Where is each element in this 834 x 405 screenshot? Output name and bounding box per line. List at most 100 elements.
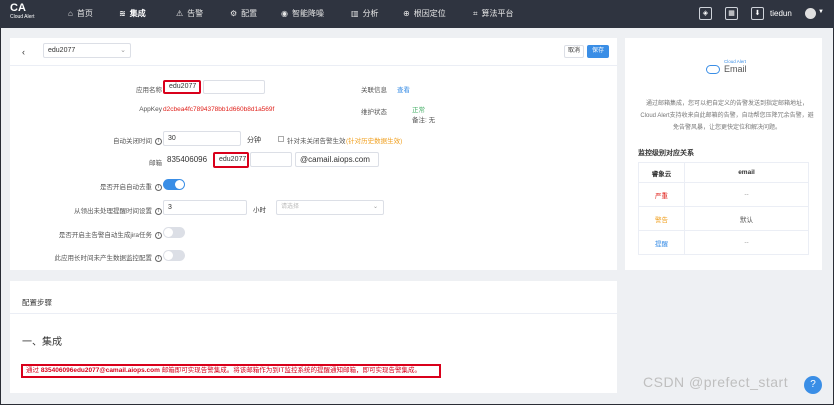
nodata-toggle[interactable] — [163, 250, 185, 261]
note-prefix: 通过 — [26, 367, 39, 374]
nav-label: 智能降噪 — [291, 9, 324, 18]
reminder-select-placeholder: 请选择 — [281, 204, 300, 210]
divider — [10, 313, 617, 314]
chart-icon: ▥ — [351, 9, 359, 18]
jira-label: 是否开启主告警自动生成jira任务 i — [59, 229, 162, 239]
severity-level: 提醒 — [638, 230, 685, 255]
toggle-knob — [164, 228, 173, 237]
toggle-knob — [164, 251, 173, 260]
reminder-input[interactable]: 3 — [163, 200, 247, 215]
calendar-icon[interactable]: ▦ — [725, 7, 738, 20]
nav-item-noise-reduction[interactable]: ◉ 智能降噪 — [281, 0, 324, 28]
dedupe-label: 是否开启自动去重 i — [100, 181, 162, 191]
dedupe-toggle[interactable] — [163, 179, 185, 190]
cloud-icon — [706, 64, 720, 74]
severity-mapping-table: 睿象云 email 严重 -- 警告 默认 提醒 -- — [638, 162, 809, 255]
jira-toggle[interactable] — [163, 227, 185, 238]
nav-label: 分析 — [362, 9, 379, 18]
config-steps-panel: 配置步骤 一、集成 通过 835406096edu2077@camail.aio… — [10, 281, 617, 393]
email-name-input-extension[interactable] — [250, 152, 292, 167]
toggle-knob — [175, 180, 184, 189]
bell-icon[interactable]: ◈ — [699, 7, 712, 20]
target-icon: ⊕ — [403, 9, 410, 18]
home-icon: ⌂ — [68, 9, 73, 18]
nav-item-algorithm[interactable]: ⌗ 算法平台 — [473, 0, 514, 28]
info-icon[interactable]: i — [155, 231, 162, 239]
nodata-label: 此应用长时间未产生数据监控配置 i — [55, 252, 162, 262]
info-icon[interactable]: i — [155, 183, 162, 191]
jira-label-text: 是否开启主告警自动生成jira任务 — [58, 232, 152, 239]
app-select[interactable]: edu2077 ⌄ — [43, 43, 131, 58]
nav-item-integration[interactable]: ≋ 集成 — [119, 0, 146, 28]
related-info-link[interactable]: 查看 — [397, 84, 410, 94]
email-prefix: 835406096 — [163, 152, 217, 167]
reminder-label: 从领出未处理提醒时间设置 i — [74, 205, 162, 215]
related-info-label: 关联信息 — [361, 87, 387, 94]
app-select-value: edu2077 — [48, 47, 76, 54]
divider — [10, 65, 617, 66]
table-header-cell: email — [684, 162, 809, 183]
table-row: 严重 -- — [638, 182, 809, 207]
appkey-label: AppKey — [139, 106, 162, 113]
auto-close-unit: 分钟 — [247, 137, 261, 144]
help-button[interactable]: ? — [804, 376, 822, 394]
steps-heading: 一、集成 — [22, 337, 62, 348]
brand-logo[interactable]: CA Cloud Alert — [10, 3, 34, 20]
nav-label: 算法平台 — [481, 9, 514, 18]
back-arrow-icon[interactable]: ‹ — [22, 47, 25, 57]
reminder-select[interactable]: 请选择 ⌄ — [276, 200, 384, 215]
watermark: CSDN @prefect_start — [643, 374, 789, 390]
table-row: 警告 默认 — [638, 206, 809, 231]
download-icon[interactable]: ⬇ — [751, 7, 764, 20]
severity-value: -- — [684, 182, 809, 207]
email-label: 邮箱 — [149, 160, 162, 167]
info-icon[interactable]: i — [155, 207, 162, 215]
email-domain: @camail.aiops.com — [295, 152, 379, 167]
layers-icon: ≋ — [119, 9, 126, 18]
chevron-down-icon[interactable]: ▼ — [818, 9, 824, 15]
nav-item-root-cause[interactable]: ⊕ 根因定位 — [403, 0, 446, 28]
appkey-value: d2cbea4fc7894378bb1d660b8d1a569f — [163, 106, 275, 113]
nav-label: 根因定位 — [413, 9, 446, 18]
note-email: 835406096edu2077@camail.aiops.com — [40, 367, 160, 374]
severity-level: 警告 — [638, 206, 685, 231]
auto-close-input[interactable]: 30 — [163, 131, 241, 146]
mapping-title: 监控级别对应关系 — [638, 150, 694, 157]
nav-label: 配置 — [241, 9, 258, 18]
brand-title: CA — [10, 2, 26, 14]
nav-item-config[interactable]: ⚙ 配置 — [230, 0, 257, 28]
gear-icon: ⚙ — [230, 9, 238, 18]
maintenance-status: 正常 — [412, 107, 425, 114]
cancel-button[interactable]: 取消 — [564, 45, 584, 58]
note-suffix: 邮箱即可实现告警集成。将该邮箱作为到IT监控系统的提醒通知邮箱，即可实现告警集成… — [161, 367, 421, 374]
maintenance-note: 备注: 无 — [412, 117, 436, 124]
severity-value: -- — [684, 230, 809, 255]
avatar[interactable] — [805, 8, 816, 19]
app-name-input[interactable]: edu2077 — [163, 80, 201, 94]
info-icon[interactable]: i — [155, 137, 162, 145]
auto-close-label: 自动关闭时间 i — [113, 135, 162, 145]
app-name-label: 应用名称 — [136, 87, 162, 94]
nav-item-home[interactable]: ⌂ 首页 — [68, 0, 93, 28]
chevron-down-icon: ⌄ — [372, 204, 378, 210]
info-icon[interactable]: i — [155, 254, 162, 262]
nav-item-alerts[interactable]: ⚠ 告警 — [176, 0, 203, 28]
chevron-down-icon: ⌄ — [120, 47, 126, 54]
nav-item-analysis[interactable]: ▥ 分析 — [351, 0, 379, 28]
reminder-label-text: 从领出未处理提醒时间设置 — [74, 208, 152, 215]
alert-icon: ⚠ — [176, 9, 184, 18]
app-name-input-extension[interactable] — [203, 80, 265, 94]
auto-close-checkbox[interactable] — [278, 136, 284, 142]
table-header-row: 睿象云 email — [638, 162, 809, 183]
top-nav: CA Cloud Alert ⌂ 首页 ≋ 集成 ⚠ 告警 ⚙ 配置 ◉ 智能降噪 ▥ 分析… — [0, 0, 834, 28]
email-name-input[interactable]: edu2077 — [213, 152, 249, 168]
dedupe-label-text: 是否开启自动去重 — [100, 184, 152, 191]
nav-label: 集成 — [129, 9, 146, 18]
user-name[interactable]: tiedun — [770, 0, 792, 28]
noise-icon: ◉ — [281, 9, 288, 18]
save-button[interactable]: 保存 — [587, 45, 609, 58]
maintenance-label: 维护状态 — [361, 109, 387, 116]
steps-title: 配置步骤 — [22, 298, 52, 307]
brand-subtitle: Cloud Alert — [10, 14, 35, 20]
logo-word: Email — [723, 64, 747, 74]
